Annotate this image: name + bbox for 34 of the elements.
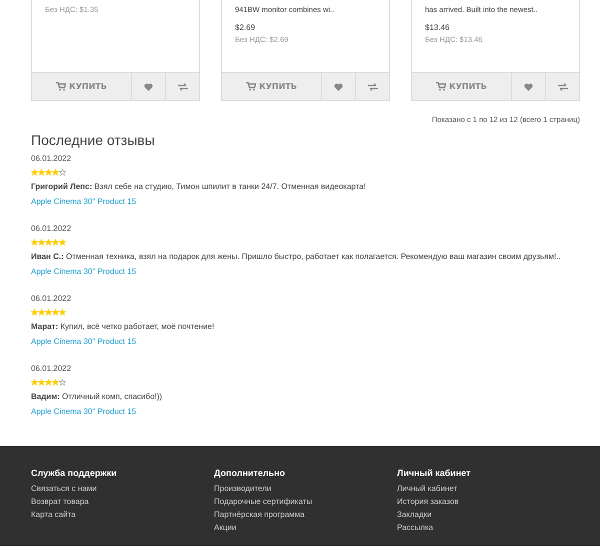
review-text: Иван С.: Отменная техника, взял на подарок для жены. Пришло быстро, работает как полагается. Рекомендую ваш магазин своим друзьям!.. — [31, 252, 562, 261]
footer-link[interactable]: Личный кабинет — [397, 484, 458, 493]
footer-link[interactable]: Закладки — [397, 510, 432, 519]
footer-link[interactable]: Подарочные сертификаты — [214, 497, 312, 506]
exchange-icon — [558, 82, 568, 90]
footer-link[interactable]: Акции — [214, 523, 236, 532]
footer-heading: Дополнительно — [214, 468, 286, 478]
review-date: 06.01.2022 — [31, 224, 72, 233]
review-date: 06.01.2022 — [31, 364, 72, 373]
product-price: $13.46 — [425, 23, 450, 32]
footer-link[interactable]: История заказов — [397, 497, 459, 506]
review-text: Григорий Лепс: Взял себе на студию, Тимон шпилит в танки 24/7. Отменная видеокарта! — [31, 182, 367, 191]
exchange-icon — [368, 82, 378, 90]
heart-icon — [334, 82, 343, 90]
review-date: 06.01.2022 — [31, 154, 72, 163]
cart-icon — [56, 82, 66, 91]
footer-heading: Служба поддержки — [31, 468, 118, 478]
cart-icon — [436, 82, 446, 91]
footer-link[interactable]: Партнёрская программа — [214, 510, 305, 519]
footer-link[interactable]: Связаться с нами — [31, 484, 97, 493]
review-text: Вадим: Отличный комп, спасибо!)) — [31, 392, 164, 401]
review-date: 06.01.2022 — [31, 294, 72, 303]
product-price: $2.69 — [235, 23, 256, 32]
section-title: Последние отзывы — [31, 132, 156, 148]
cart-icon — [246, 82, 256, 91]
heart-icon — [524, 82, 533, 90]
footer-link[interactable]: Рассылка — [397, 523, 434, 532]
footer-heading: Личный кабинет — [397, 468, 472, 478]
exchange-icon — [178, 82, 188, 90]
review-text: Марат: Купил, всё четко работает, моё почтение! — [31, 322, 216, 331]
footer-link[interactable]: Карта сайта — [31, 510, 76, 519]
footer-link[interactable]: Возврат товара — [31, 497, 89, 506]
footer-link[interactable]: Производители — [214, 484, 272, 493]
heart-icon — [144, 82, 153, 90]
